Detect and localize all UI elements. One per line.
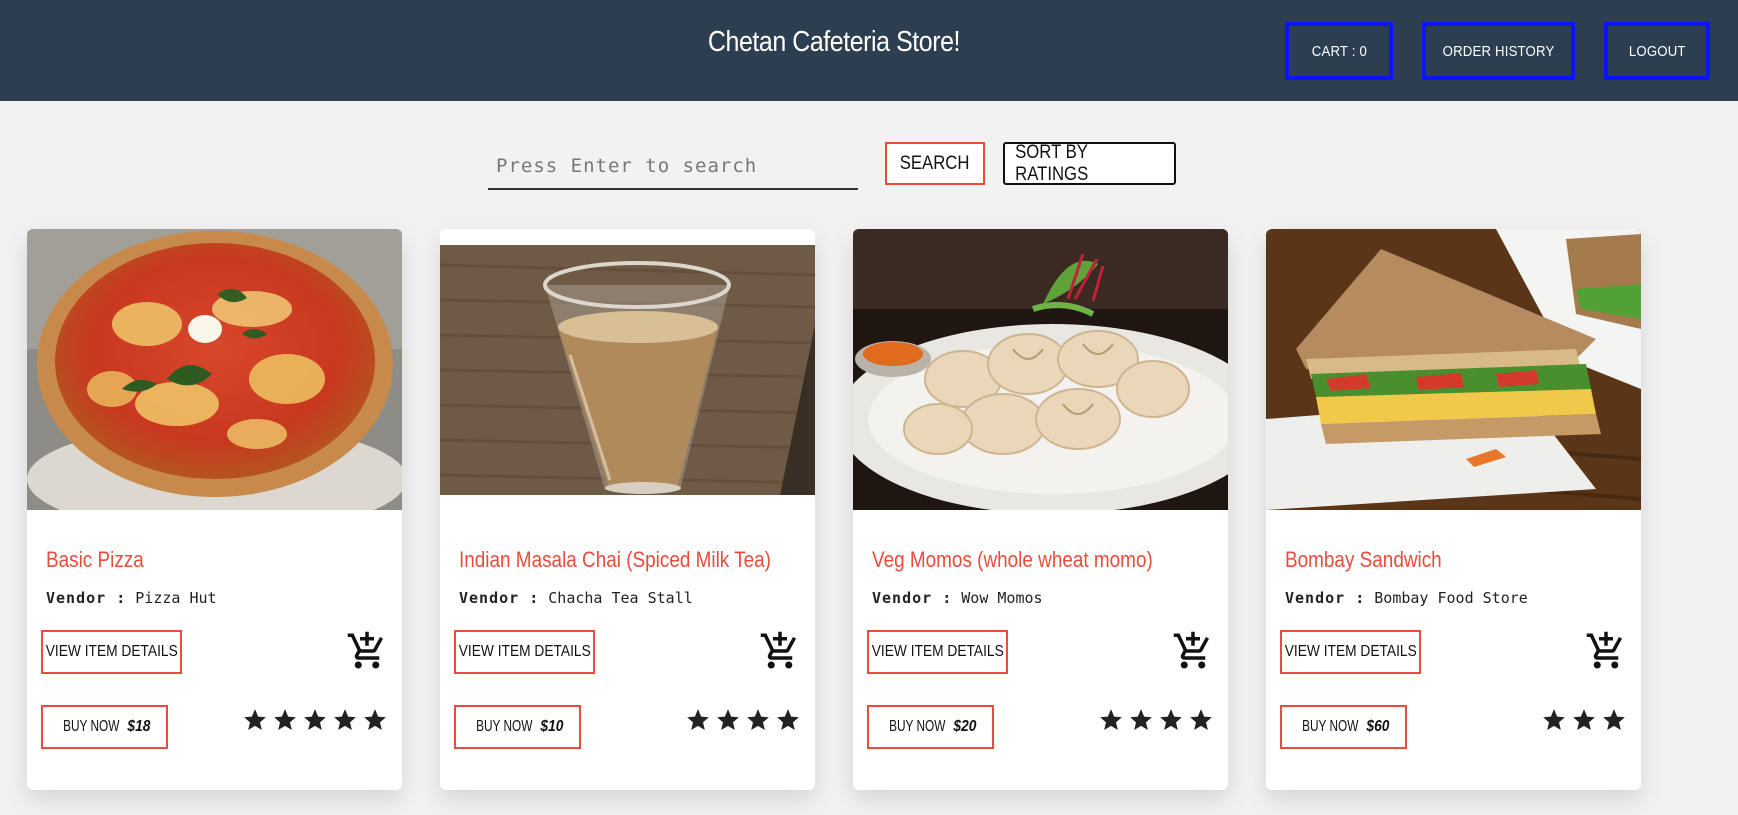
product-card: Veg Momos (whole wheat momo) Vendor : Wo… <box>853 229 1228 790</box>
item-title[interactable]: Bombay Sandwich <box>1285 547 1442 573</box>
search-field-wrapper <box>488 143 858 190</box>
sandwich-image[interactable] <box>1266 229 1641 510</box>
sort-by-ratings-button[interactable]: SORT BY RATINGS <box>1003 142 1176 185</box>
star-icon <box>687 709 709 730</box>
add-to-cart-icon[interactable] <box>1172 630 1214 672</box>
top-navbar: Chetan Cafeteria Store! CART : 0 ORDER H… <box>0 0 1738 101</box>
star-icon <box>1603 709 1625 730</box>
star-icon <box>1573 709 1595 730</box>
star-icon <box>304 709 326 730</box>
vendor-name: Pizza Hut <box>135 589 217 607</box>
buy-now-label: BUY NOW <box>63 718 120 735</box>
view-details-label: VIEW ITEM DETAILS <box>871 643 1004 660</box>
order-history-button[interactable]: ORDER HISTORY <box>1422 22 1575 80</box>
sort-button-label: SORT BY RATINGS <box>1015 141 1089 185</box>
price: $10 <box>540 718 564 735</box>
cart-button[interactable]: CART : 0 <box>1285 22 1393 80</box>
vendor-label: Vendor : <box>1285 589 1366 607</box>
rating-stars <box>1098 707 1214 733</box>
search-input[interactable] <box>488 143 858 188</box>
vendor-name: Bombay Food Store <box>1374 589 1528 607</box>
buy-now-button[interactable]: BUY NOW $18 <box>41 705 168 749</box>
product-card: Indian Masala Chai (Spiced Milk Tea) Ven… <box>440 229 815 790</box>
star-icon <box>1543 709 1565 730</box>
logout-button-label: LOGOUT <box>1628 42 1686 60</box>
view-details-label: VIEW ITEM DETAILS <box>458 643 591 660</box>
pizza-image[interactable] <box>27 229 402 510</box>
add-to-cart-icon[interactable] <box>346 630 388 672</box>
price: $60 <box>1366 718 1390 735</box>
star-icon <box>244 709 266 730</box>
search-button[interactable]: SEARCH <box>885 142 985 185</box>
view-details-label: VIEW ITEM DETAILS <box>45 643 178 660</box>
item-title[interactable]: Indian Masala Chai (Spiced Milk Tea) <box>459 547 771 573</box>
star-icon <box>1130 709 1152 730</box>
star-icon <box>1160 709 1182 730</box>
item-title[interactable]: Basic Pizza <box>46 547 144 573</box>
view-item-details-button[interactable]: VIEW ITEM DETAILS <box>41 630 182 674</box>
star-icon <box>274 709 296 730</box>
vendor-line: Vendor : Bombay Food Store <box>1285 589 1528 607</box>
chai-image[interactable] <box>440 245 815 495</box>
buy-now-label: BUY NOW <box>889 718 946 735</box>
buy-now-button[interactable]: BUY NOW $20 <box>867 705 994 749</box>
add-to-cart-icon[interactable] <box>1585 630 1627 672</box>
vendor-label: Vendor : <box>46 589 127 607</box>
rating-stars <box>1541 707 1627 733</box>
logout-button[interactable]: LOGOUT <box>1604 22 1710 80</box>
search-button-label: SEARCH <box>900 152 970 174</box>
cart-button-label: CART : 0 <box>1311 42 1367 60</box>
vendor-label: Vendor : <box>872 589 953 607</box>
star-icon <box>1190 709 1212 730</box>
view-item-details-button[interactable]: VIEW ITEM DETAILS <box>454 630 595 674</box>
buy-now-label: BUY NOW <box>476 718 533 735</box>
price: $20 <box>953 718 977 735</box>
add-to-cart-icon[interactable] <box>759 630 801 672</box>
view-item-details-button[interactable]: VIEW ITEM DETAILS <box>1280 630 1421 674</box>
vendor-name: Wow Momos <box>961 589 1043 607</box>
rating-stars <box>685 707 801 733</box>
momos-image[interactable] <box>853 229 1228 510</box>
star-icon <box>717 709 739 730</box>
star-icon <box>777 709 799 730</box>
price: $18 <box>127 718 151 735</box>
star-icon <box>747 709 769 730</box>
star-icon <box>364 709 386 730</box>
item-title[interactable]: Veg Momos (whole wheat momo) <box>872 547 1153 573</box>
star-icon <box>334 709 356 730</box>
product-card: Bombay Sandwich Vendor : Bombay Food Sto… <box>1266 229 1641 790</box>
order-history-button-label: ORDER HISTORY <box>1442 42 1555 60</box>
view-item-details-button[interactable]: VIEW ITEM DETAILS <box>867 630 1008 674</box>
star-icon <box>1100 709 1122 730</box>
buy-now-button[interactable]: BUY NOW $10 <box>454 705 581 749</box>
buy-now-button[interactable]: BUY NOW $60 <box>1280 705 1407 749</box>
vendor-line: Vendor : Chacha Tea Stall <box>459 589 693 607</box>
vendor-label: Vendor : <box>459 589 540 607</box>
view-details-label: VIEW ITEM DETAILS <box>1284 643 1417 660</box>
vendor-line: Vendor : Pizza Hut <box>46 589 217 607</box>
buy-now-label: BUY NOW <box>1302 718 1359 735</box>
vendor-line: Vendor : Wow Momos <box>872 589 1043 607</box>
product-card: Basic Pizza Vendor : Pizza Hut VIEW ITEM… <box>27 229 402 790</box>
vendor-name: Chacha Tea Stall <box>548 589 693 607</box>
rating-stars <box>242 707 388 733</box>
